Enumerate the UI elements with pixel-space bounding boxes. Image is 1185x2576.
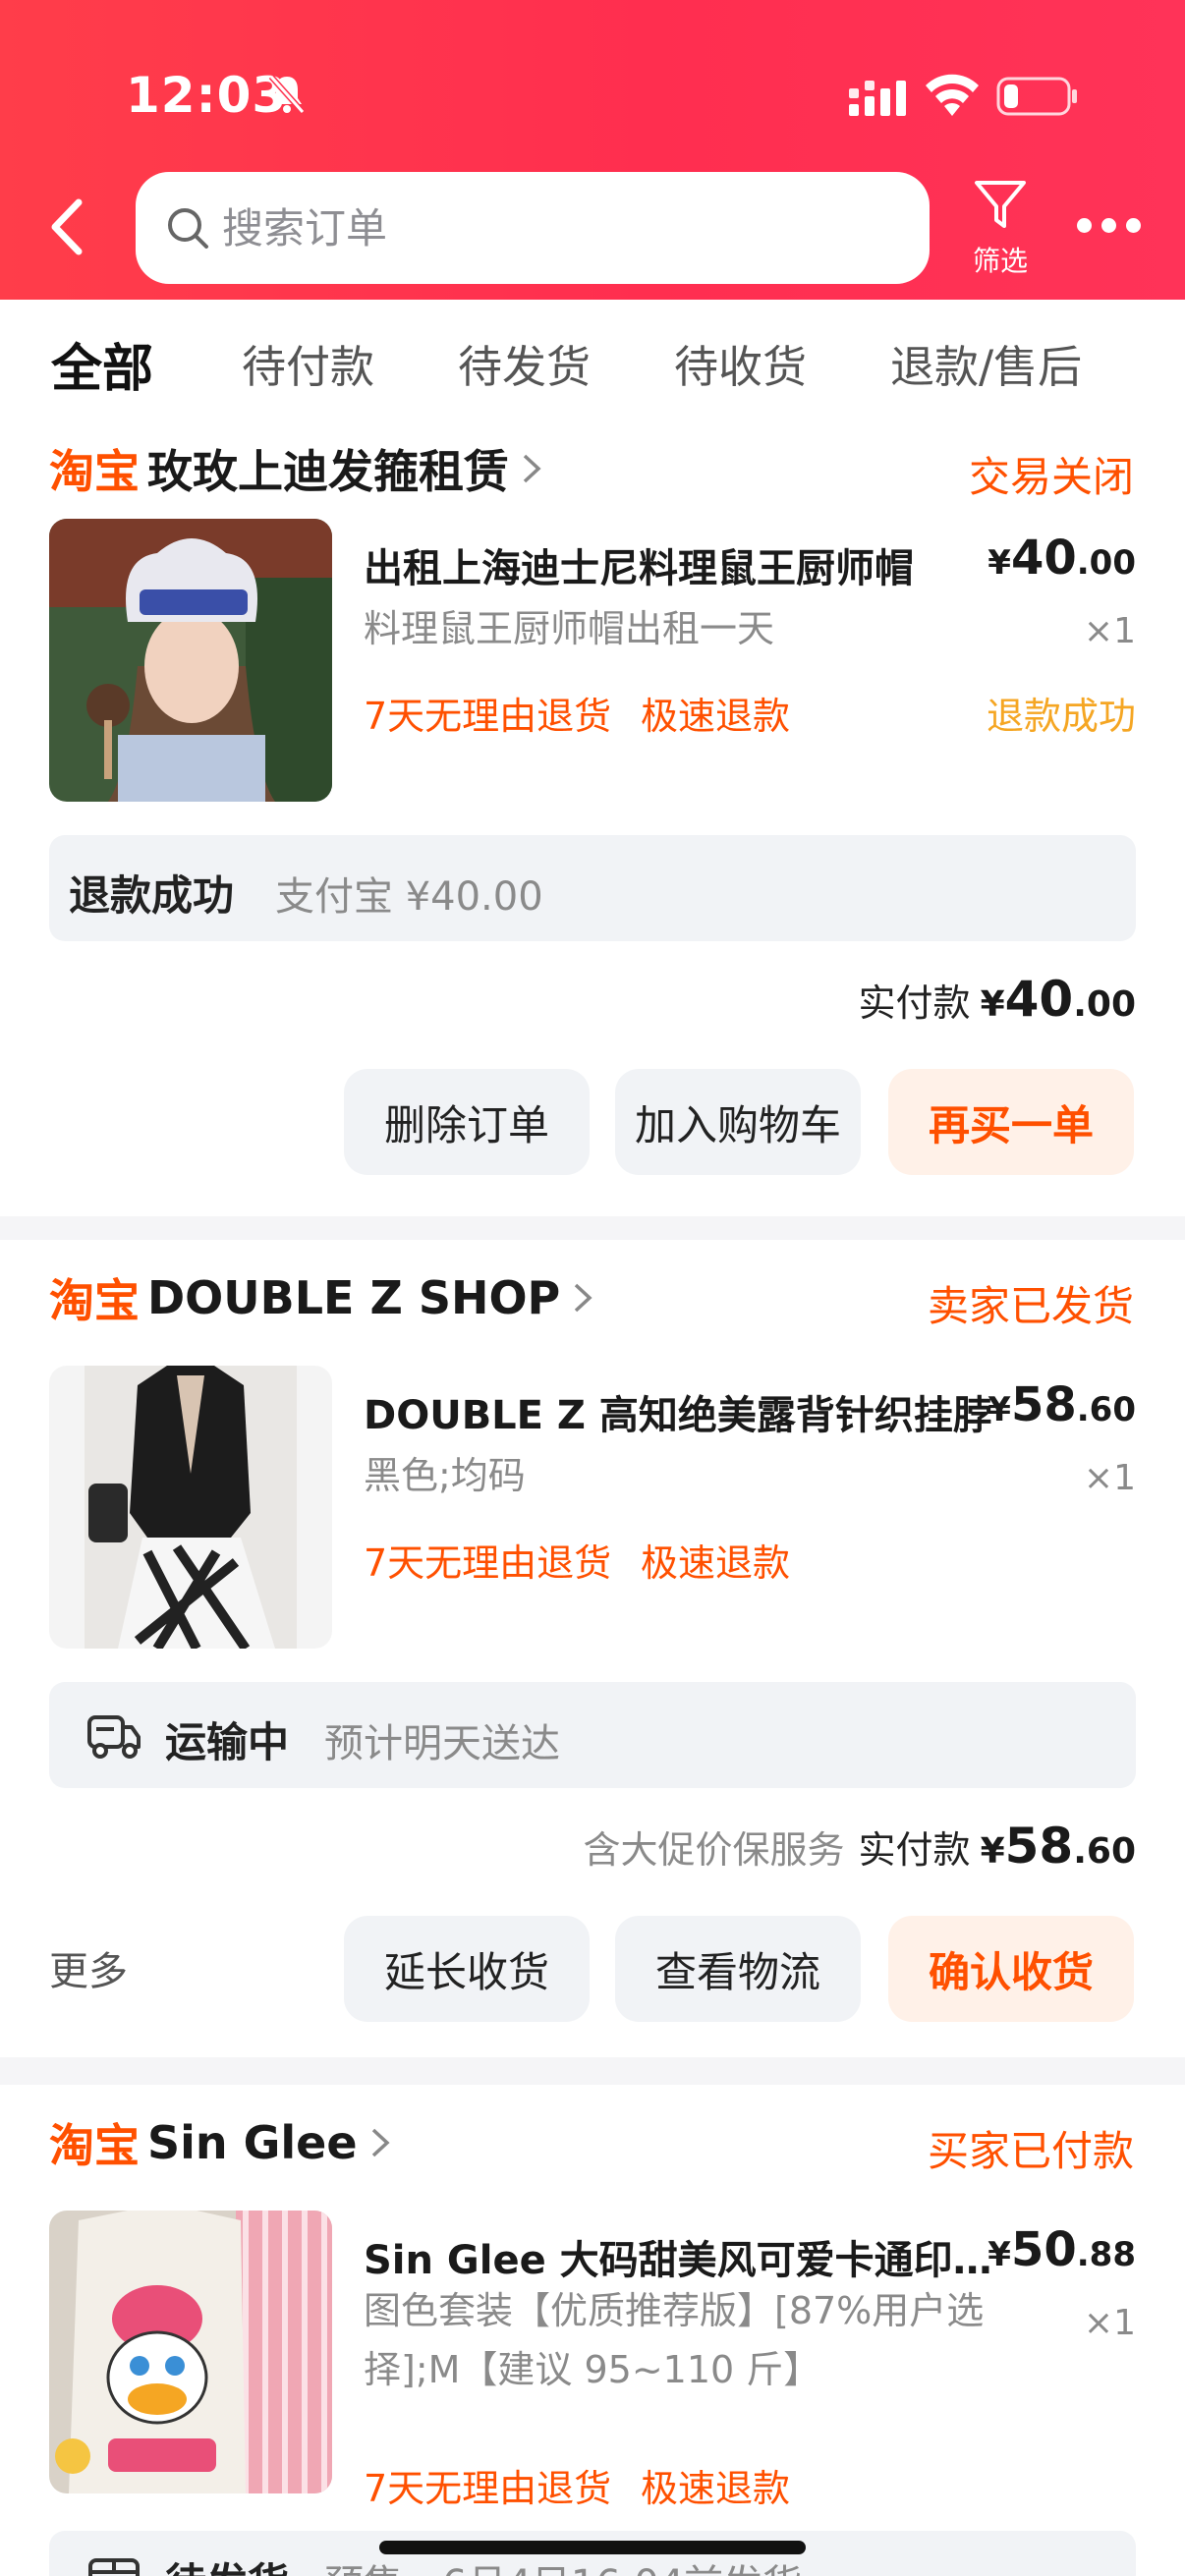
shipping-info-detail: 预计明天送达 [324,1721,560,1766]
tab-refund-aftersale[interactable]: 退款/售后 [890,331,1082,395]
app-header: 12:03 筛选 [0,0,1185,300]
order-tabs: 全部 待付款 待发货 待收货 退款/售后 [0,300,1185,418]
more-dot-icon [1126,218,1141,233]
total-amount: ¥58.60 [980,1818,1136,1875]
total-label: 实付款 [858,1828,971,1872]
order-card: 淘宝 玫玫上迪发箍租赁 交易关闭 出租上海迪士尼料理鼠王厨师帽 ¥40.00 料… [0,411,1185,1216]
package-icon [88,2558,140,2576]
filter-button[interactable]: 筛选 [961,175,1040,283]
product-photo-chef-hat [49,519,332,802]
fast-refund-tag: 极速退款 [641,695,791,738]
price-protection-note: 含大促价保服务 [583,1828,845,1872]
mute-bell-icon [268,75,306,114]
product-image[interactable] [49,519,332,802]
filter-label: 筛选 [972,245,1028,277]
total-label: 实付款 [858,981,971,1025]
taobao-logo: 淘宝 [49,445,140,498]
order-total: 含大促价保服务 实付款 ¥58.60 [584,1818,1136,1875]
shipping-info-detail: 预售，6月4日16:04前发货 [324,2552,802,2576]
more-actions-link[interactable]: 更多 [49,1939,128,1996]
home-indicator[interactable] [379,2541,806,2554]
search-icon [168,208,208,249]
battery-icon [996,77,1077,116]
signal-icon [849,81,906,116]
product-image[interactable] [49,2211,332,2493]
filter-funnel-icon [975,181,1026,228]
chevron-right-icon [523,454,541,483]
order-card: 淘宝 Sin Glee 买家已付款 Sin Glee 大码甜美风可爱卡通印花背心… [0,2085,1185,2576]
return-policy-tag: 7天无理由退货 [364,1541,612,1585]
more-options-button[interactable] [1077,214,1142,240]
product-title[interactable]: Sin Glee 大码甜美风可爱卡通印花背心 [364,2228,992,2285]
shop-name: DOUBLE Z SHOP [147,1271,561,1324]
tab-all[interactable]: 全部 [51,327,153,401]
shop-name: 玫玫上迪发箍租赁 [147,445,509,498]
shop-link[interactable]: 淘宝 Sin Glee [49,2108,391,2177]
product-price: ¥58.60 [988,1377,1136,1432]
product-title[interactable]: DOUBLE Z 高知绝美露背针织挂脖 [364,1383,992,1440]
product-spec: 图色套装【优质推荐版】[87%用户选择];M【建议 95~110 斤】 [364,2289,985,2391]
shipping-info-title: 运输中 [165,1718,290,1766]
view-logistics-button[interactable]: 查看物流 [615,1916,861,2022]
add-to-cart-button[interactable]: 加入购物车 [615,1069,861,1175]
product-price: ¥40.00 [988,531,1136,586]
order-status: 买家已付款 [927,2127,1134,2175]
product-spec: 黑色;均码 [364,1454,526,1497]
product-quantity: ×1 [1083,2303,1136,2343]
product-image[interactable] [49,1366,332,1649]
shipping-info-title: 待发货 [165,2550,289,2576]
truck-icon [87,1715,141,1759]
product-quantity: ×1 [1083,1458,1136,1498]
fast-refund-tag: 极速退款 [641,1541,791,1585]
total-amount: ¥40.00 [980,971,1136,1028]
extend-receipt-button[interactable]: 延长收货 [344,1916,590,2022]
back-arrow-icon[interactable] [43,193,92,261]
chevron-right-icon [575,1283,592,1313]
taobao-logo: 淘宝 [49,1274,140,1327]
delete-order-button[interactable]: 删除订单 [344,1069,590,1175]
tab-pending-shipment[interactable]: 待发货 [458,331,591,395]
tab-pending-receipt[interactable]: 待收货 [674,331,807,395]
order-status: 交易关闭 [968,453,1134,501]
search-bar[interactable] [136,172,930,284]
refund-info-title: 退款成功 [69,871,235,920]
tab-pending-payment[interactable]: 待付款 [242,331,374,395]
return-policy-tag: 7天无理由退货 [364,695,612,738]
product-photo-cartoon-tank [49,2211,332,2493]
more-dot-icon [1077,218,1092,233]
more-dot-icon [1101,218,1116,233]
product-photo-vest [49,1366,332,1649]
order-total: 实付款 ¥40.00 [859,971,1136,1028]
shop-link[interactable]: 淘宝 DOUBLE Z SHOP [49,1263,593,1332]
buy-again-button[interactable]: 再买一单 [888,1069,1134,1175]
status-time: 12:03 [126,67,288,124]
refund-status: 退款成功 [986,695,1136,738]
confirm-receipt-button[interactable]: 确认收货 [888,1916,1134,2022]
refund-info-detail: 支付宝 ¥40.00 [275,874,543,920]
product-quantity: ×1 [1083,611,1136,651]
product-price: ¥50.88 [988,2222,1136,2277]
refund-info-bar[interactable]: 退款成功 支付宝 ¥40.00 [49,835,1136,941]
order-status: 卖家已发货 [927,1282,1134,1330]
chevron-right-icon [371,2128,390,2157]
product-title[interactable]: 出租上海迪士尼料理鼠王厨师帽 [364,536,943,593]
shop-name: Sin Glee [147,2116,358,2169]
shipping-info-bar[interactable]: 运输中 预计明天送达 [49,1682,1136,1788]
order-card: 淘宝 DOUBLE Z SHOP 卖家已发货 DOUBLE Z 高知绝美露背针织… [0,1240,1185,2057]
wifi-icon [926,74,979,116]
taobao-logo: 淘宝 [49,2119,140,2172]
product-spec: 料理鼠王厨师帽出租一天 [364,607,775,650]
search-input[interactable] [222,196,890,260]
shop-link[interactable]: 淘宝 玫玫上迪发箍租赁 [49,434,542,503]
fast-refund-tag: 极速退款 [641,2467,791,2510]
return-policy-tag: 7天无理由退货 [364,2467,612,2510]
